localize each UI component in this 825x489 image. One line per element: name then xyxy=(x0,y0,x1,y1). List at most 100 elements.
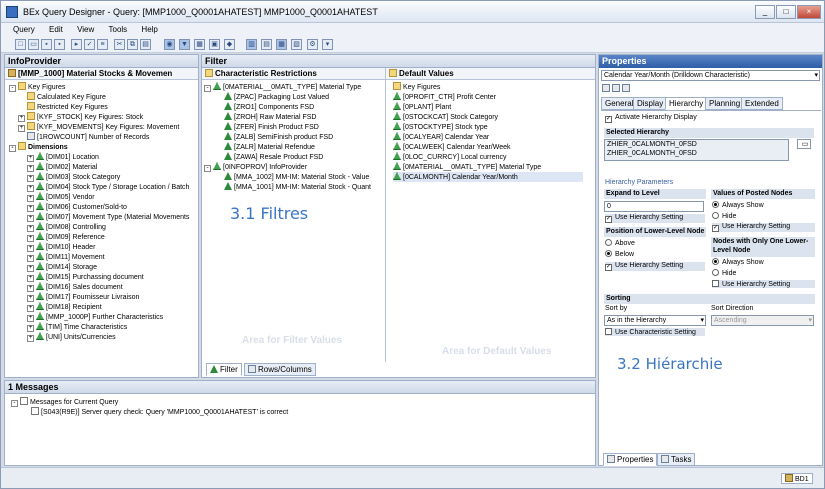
restriction-item[interactable]: [MMA_1002] MM-IM: Material Stock - Value xyxy=(224,172,369,182)
tree-item[interactable]: + [MMP_1000P] Further Characteristics xyxy=(27,312,163,322)
menu-help[interactable]: Help xyxy=(135,23,163,34)
default-value-item[interactable]: [0STOCKCAT] Stock Category xyxy=(393,112,498,122)
tree-item[interactable]: + [DIM11] Movement xyxy=(27,252,105,262)
tree-item[interactable]: + [DIM14] Storage xyxy=(27,262,97,272)
execute-icon[interactable]: ▸ xyxy=(71,39,82,50)
tree-item[interactable]: + [DIM01] Location xyxy=(27,152,99,162)
restriction-item[interactable]: [ZROH] Raw Material FSD xyxy=(224,112,316,122)
refresh-icon[interactable] xyxy=(612,84,620,92)
sort-icon[interactable] xyxy=(602,84,610,92)
restriction-item[interactable]: - [0INFOPROV] InfoProvider xyxy=(204,162,307,172)
tree-item[interactable]: + [KYF_MOVEMENTS] Key Figures: Movement xyxy=(18,122,179,132)
tree-item[interactable]: + [DIM04] Stock Type / Storage Location /… xyxy=(27,182,189,192)
posted-always-show-radio[interactable]: Always Show xyxy=(712,201,764,209)
tree-item[interactable]: + [DIM15] Purchassing document xyxy=(27,272,144,282)
default-value-item[interactable]: [0CALYEAR] Calendar Year xyxy=(393,132,489,142)
menu-query[interactable]: Query xyxy=(1,23,41,34)
menu-edit[interactable]: Edit xyxy=(43,23,69,34)
tree-item[interactable]: - Key Figures xyxy=(9,82,65,92)
tab-tasks[interactable]: Tasks xyxy=(657,453,696,466)
position-use-hierarchy-setting[interactable]: ✓ Use Hierarchy Setting xyxy=(605,262,705,271)
tree-item[interactable]: + [DIM18] Recipient xyxy=(27,302,102,312)
tree-item[interactable]: + [DIM10] Header xyxy=(27,242,95,252)
tree-item[interactable]: + [DIM02] Material xyxy=(27,162,97,172)
close-button[interactable]: × xyxy=(797,5,821,19)
sort-by-select[interactable]: As in the Hierarchy ▾ xyxy=(604,315,706,326)
tree-item[interactable]: + [DIM06] Customer/Sold-to xyxy=(27,202,127,212)
properties-selector[interactable]: Calendar Year/Month (Drilldown Character… xyxy=(601,70,820,81)
default-value-item[interactable]: Key Figures xyxy=(393,82,440,92)
tab-extended[interactable]: Extended xyxy=(741,97,783,110)
tab-rows-columns[interactable]: Rows/Columns xyxy=(244,363,316,376)
restore-button[interactable]: □ xyxy=(776,5,796,19)
posted-use-hierarchy-setting[interactable]: ✓ Use Hierarchy Setting xyxy=(712,223,815,232)
message-item[interactable]: [S043(R9E)] Server query check: Query 'M… xyxy=(31,407,288,417)
default-value-item[interactable]: [0MATERIAL__0MATL_TYPE] Material Type xyxy=(393,162,541,172)
new-query-icon[interactable]: □ xyxy=(15,39,26,50)
restriction-item[interactable]: [ZFER] Finish Product FSD xyxy=(224,122,319,132)
expand-use-hierarchy-setting[interactable]: ✓ Use Hierarchy Setting xyxy=(605,214,705,223)
menu-tools[interactable]: Tools xyxy=(103,23,134,34)
tree-item[interactable]: Calculated Key Figure xyxy=(27,92,106,102)
minimize-button[interactable]: _ xyxy=(755,5,775,19)
selected-hierarchy-field[interactable]: ZHIER_0CALMONTH_0FSD ZHIER_0CALMONTH_0FS… xyxy=(604,139,789,161)
default-value-item[interactable]: [0PLANT] Plant xyxy=(393,102,451,112)
copy-icon[interactable]: ⧉ xyxy=(127,39,138,50)
browse-hierarchy-button[interactable]: ▭ xyxy=(797,139,811,149)
posted-hide-radio[interactable]: Hide xyxy=(712,212,736,220)
properties-view-icon[interactable]: ▤ xyxy=(261,39,272,50)
tree-item[interactable]: + [DIM09] Reference xyxy=(27,232,105,242)
where-used-icon[interactable]: ▧ xyxy=(291,39,302,50)
restriction-item[interactable]: [ZALB] SemiFinish product FSD xyxy=(224,132,333,142)
conditions-view-icon[interactable]: ◆ xyxy=(224,39,235,50)
sort-use-characteristic-setting[interactable]: Use Characteristic Setting xyxy=(605,328,705,336)
tree-item[interactable]: + [DIM03] Stock Category xyxy=(27,172,120,182)
nodes-hide-radio[interactable]: Hide xyxy=(712,269,736,277)
tree-item[interactable]: + [DIM17] Fournisseur Livraison xyxy=(27,292,139,302)
tab-general[interactable]: General xyxy=(601,97,638,110)
activate-hierarchy-checkbox[interactable]: ✓ Activate Hierarchy Display xyxy=(605,114,697,123)
tab-planning[interactable]: Planning xyxy=(705,97,745,110)
default-value-item[interactable]: [0PROFIT_CTR] Profit Center xyxy=(393,92,496,102)
tab-display[interactable]: Display xyxy=(633,97,668,110)
restriction-item[interactable]: [MMA_1001] MM-IM: Material Stock - Quant xyxy=(224,182,371,192)
position-below-radio[interactable]: Below xyxy=(605,250,634,258)
sort-direction-select[interactable]: Ascending ▾ xyxy=(711,315,814,326)
restriction-item[interactable]: [ZALR] Material Refendue xyxy=(224,142,315,152)
messages-root[interactable]: - Messages for Current Query xyxy=(11,397,118,407)
default-value-item[interactable]: [0LOC_CURRCY] Local currency xyxy=(393,152,506,162)
restriction-item[interactable]: [ZPAC] Packaging Lost Valued xyxy=(224,92,329,102)
tree-item[interactable]: + [TIM] Time Characteristics xyxy=(27,322,127,332)
save-icon[interactable]: ▪ xyxy=(41,39,52,50)
menu-view[interactable]: View xyxy=(71,23,100,34)
tree-item[interactable]: [1ROWCOUNT] Number of Records xyxy=(27,132,149,142)
restriction-item[interactable]: [ZAWA] Resale Product FSD xyxy=(224,152,323,162)
technical-names-icon[interactable]: ⚙ xyxy=(307,39,318,50)
expand-level-input[interactable]: 0 xyxy=(604,201,704,212)
messages-view-icon[interactable]: ▦ xyxy=(276,39,287,50)
open-icon[interactable]: ▭ xyxy=(28,39,39,50)
tree-item[interactable]: + [DIM16] Sales document xyxy=(27,282,123,292)
tab-hierarchy[interactable]: Hierarchy xyxy=(665,97,708,110)
paste-icon[interactable]: ▤ xyxy=(140,39,151,50)
rows-columns-view-icon[interactable]: ▦ xyxy=(194,39,205,50)
save-all-icon[interactable]: ▪ xyxy=(54,39,65,50)
infoprovider-view-icon[interactable]: ◉ xyxy=(164,39,175,50)
tree-item[interactable]: + [DIM07] Movement Type (Material Movemen… xyxy=(27,212,189,222)
properties-icon[interactable]: ≡ xyxy=(97,39,108,50)
tree-item[interactable]: + [DIM05] Vendor xyxy=(27,192,95,202)
tree-item[interactable]: + [DIM08] Controlling xyxy=(27,222,106,232)
more-options-icon[interactable]: ▾ xyxy=(322,39,333,50)
infoprovider-root[interactable]: [MMP_1000] Material Stocks & Movemen xyxy=(5,68,198,80)
cells-view-icon[interactable]: ▣ xyxy=(209,39,220,50)
tab-properties[interactable]: Properties xyxy=(603,453,658,466)
filter-view-icon[interactable]: ▼ xyxy=(179,39,190,50)
position-above-radio[interactable]: Above xyxy=(605,239,635,247)
restriction-item[interactable]: - [0MATERIAL__0MATL_TYPE] Material Type xyxy=(204,82,361,92)
default-value-item[interactable]: [0CALWEEK] Calendar Year/Week xyxy=(393,142,511,152)
check-icon[interactable]: ✓ xyxy=(84,39,95,50)
tree-item[interactable]: Restricted Key Figures xyxy=(27,102,108,112)
exceptions-view-icon[interactable]: ▥ xyxy=(246,39,257,50)
options-icon[interactable] xyxy=(622,84,630,92)
cut-icon[interactable]: ✂ xyxy=(114,39,125,50)
